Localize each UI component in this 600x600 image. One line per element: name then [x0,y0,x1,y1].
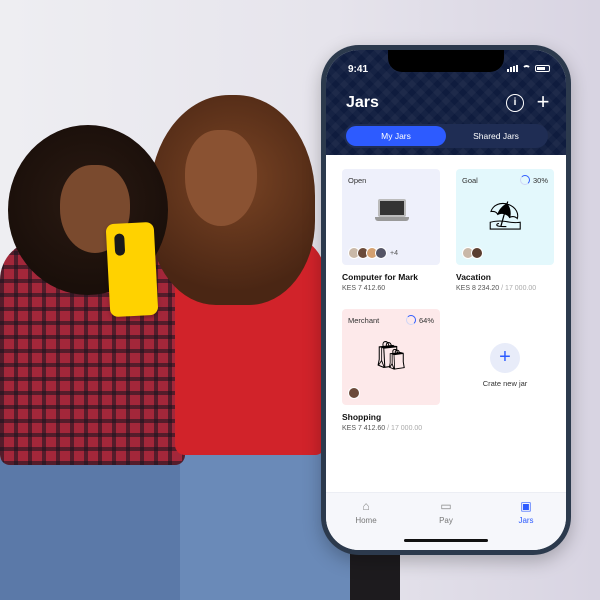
tab-home[interactable]: ⌂ Home [336,499,396,550]
jar-card-computer[interactable]: Open +4 Computer for Mark KES 7 412.60 [342,169,440,292]
phone-device: 9:41 Jars i + My Jars Shared Jars Open +… [321,45,571,555]
jar-progress: 30% [519,175,548,185]
jar-card-vacation[interactable]: Goal 30% ⛱ Vacation KES 8 234.20 / 17 00… [456,169,554,292]
jar-card-shopping[interactable]: Merchant 64% 🛍 Shopping KES 7 412.60 / 1… [342,309,440,432]
jar-name: Computer for Mark [342,272,419,282]
jars-segmented-control: My Jars Shared Jars [344,124,548,148]
card-icon: ▭ [440,499,452,513]
jar-tile: Merchant 64% 🛍 [342,309,440,405]
jar-amount: KES 7 412.60 [342,285,386,292]
tab-shared-jars[interactable]: Shared Jars [446,126,546,146]
avatar [471,247,483,259]
jar-icon: ▣ [520,499,532,513]
home-icon: ⌂ [362,499,370,513]
jar-type-label: Open [348,176,367,185]
jar-tile: Open +4 [342,169,440,265]
person-right-face [185,130,257,226]
status-time: 9:41 [348,64,369,75]
held-yellow-phone [105,221,159,318]
phone-camera-icon [114,233,126,256]
jar-amount: KES 8 234.20 / 17 000.00 [456,285,537,292]
shopping-bags-icon: 🛍 [373,339,409,371]
tab-label: Home [355,516,377,525]
app-screen: 9:41 Jars i + My Jars Shared Jars Open +… [326,50,566,550]
jar-tile: Goal 30% ⛱ [456,169,554,265]
jar-type-label: Merchant [348,316,380,325]
extra-members-count: +4 [390,249,398,257]
jar-type-label: Goal [462,176,478,185]
jar-name: Shopping [342,412,382,422]
battery-icon [535,65,550,72]
beach-umbrella-icon: ⛱ [487,199,523,231]
member-avatars [462,247,483,259]
avatar [348,387,360,399]
page-title: Jars [346,94,379,111]
jar-amount: KES 7 412.60 / 17 000.00 [342,425,423,432]
create-new-jar-label: Crate new jar [482,379,528,388]
tab-label: Jars [518,516,534,525]
progress-ring-icon [519,175,530,185]
create-new-jar[interactable]: + Crate new jar [456,309,554,405]
status-icons [507,65,550,72]
home-indicator [404,539,488,542]
jar-name: Vacation [456,272,491,282]
progress-ring-icon [405,315,416,325]
tab-label: Pay [439,516,453,525]
tab-pay[interactable]: ▭ Pay [416,499,476,550]
tab-jars[interactable]: ▣ Jars [496,499,556,550]
info-icon[interactable]: i [506,94,524,112]
plus-icon[interactable]: + [490,343,520,373]
wifi-icon [522,65,531,72]
jar-progress: 64% [405,315,434,325]
bottom-tab-bar: ⌂ Home ▭ Pay ▣ Jars [326,492,566,550]
avatar [375,247,387,259]
notch [388,50,504,72]
member-avatars [348,387,360,399]
add-jar-icon[interactable]: + [534,91,552,113]
member-avatars: +4 [348,247,398,259]
signal-icon [507,65,518,72]
tab-my-jars[interactable]: My Jars [346,126,446,146]
laptop-icon [375,199,409,223]
